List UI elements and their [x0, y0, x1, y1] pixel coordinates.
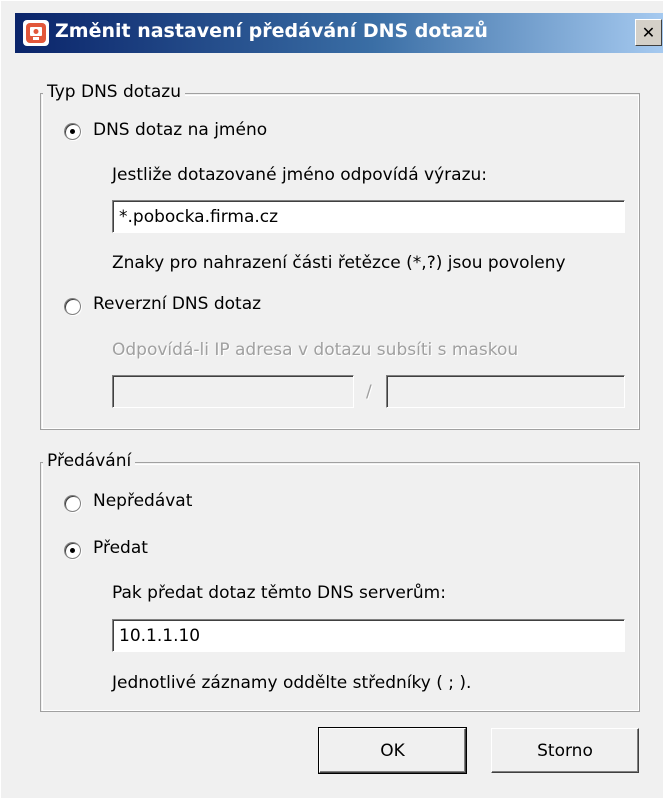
dns-servers-input[interactable]: 10.1.1.10	[112, 619, 625, 652]
subnet-separator: /	[366, 382, 372, 402]
ok-button-label: OK	[380, 740, 405, 761]
dialog-window: Změnit nastavení předávání DNS dotazů ✕ …	[0, 0, 663, 798]
no-forward-label[interactable]: Nepředávat	[93, 491, 192, 511]
reverse-query-label[interactable]: Reverzní DNS dotaz	[93, 294, 261, 314]
forward-radio[interactable]	[64, 542, 81, 559]
ok-button[interactable]: OK	[318, 727, 467, 774]
title-bar[interactable]: Změnit nastavení předávání DNS dotazů ✕	[15, 13, 663, 53]
cancel-button[interactable]: Storno	[491, 728, 639, 773]
wildcard-hint: Znaky pro nahrazení části řetězce (*,?) …	[112, 253, 566, 273]
reverse-query-radio[interactable]	[64, 298, 81, 315]
query-type-legend: Typ DNS dotazu	[43, 82, 185, 102]
name-query-label[interactable]: DNS dotaz na jméno	[93, 120, 267, 140]
dns-servers-value: 10.1.1.10	[119, 626, 201, 646]
forward-label[interactable]: Předat	[93, 538, 148, 558]
dns-servers-label: Pak předat dotaz těmto DNS serverům:	[112, 583, 446, 603]
app-icon	[23, 20, 49, 46]
subnet-mask-input[interactable]	[386, 375, 625, 408]
name-query-radio[interactable]	[64, 123, 81, 140]
ip-address-input[interactable]	[112, 375, 354, 408]
no-forward-radio[interactable]	[64, 495, 81, 512]
name-pattern-input[interactable]: *.pobocka.firma.cz	[112, 200, 625, 233]
servers-hint: Jednotlivé záznamy oddělte středníky ( ;…	[112, 673, 472, 693]
close-icon: ✕	[641, 23, 656, 42]
subnet-label: Odpovídá-li IP adresa v dotazu subsíti s…	[112, 340, 519, 360]
close-button[interactable]: ✕	[635, 19, 662, 46]
name-match-label: Jestliže dotazované jméno odpovídá výraz…	[112, 165, 487, 185]
window-title: Změnit nastavení předávání DNS dotazů	[55, 20, 488, 42]
cancel-button-label: Storno	[537, 740, 593, 761]
name-pattern-value: *.pobocka.firma.cz	[119, 207, 279, 227]
forwarding-legend: Předávání	[43, 451, 136, 471]
